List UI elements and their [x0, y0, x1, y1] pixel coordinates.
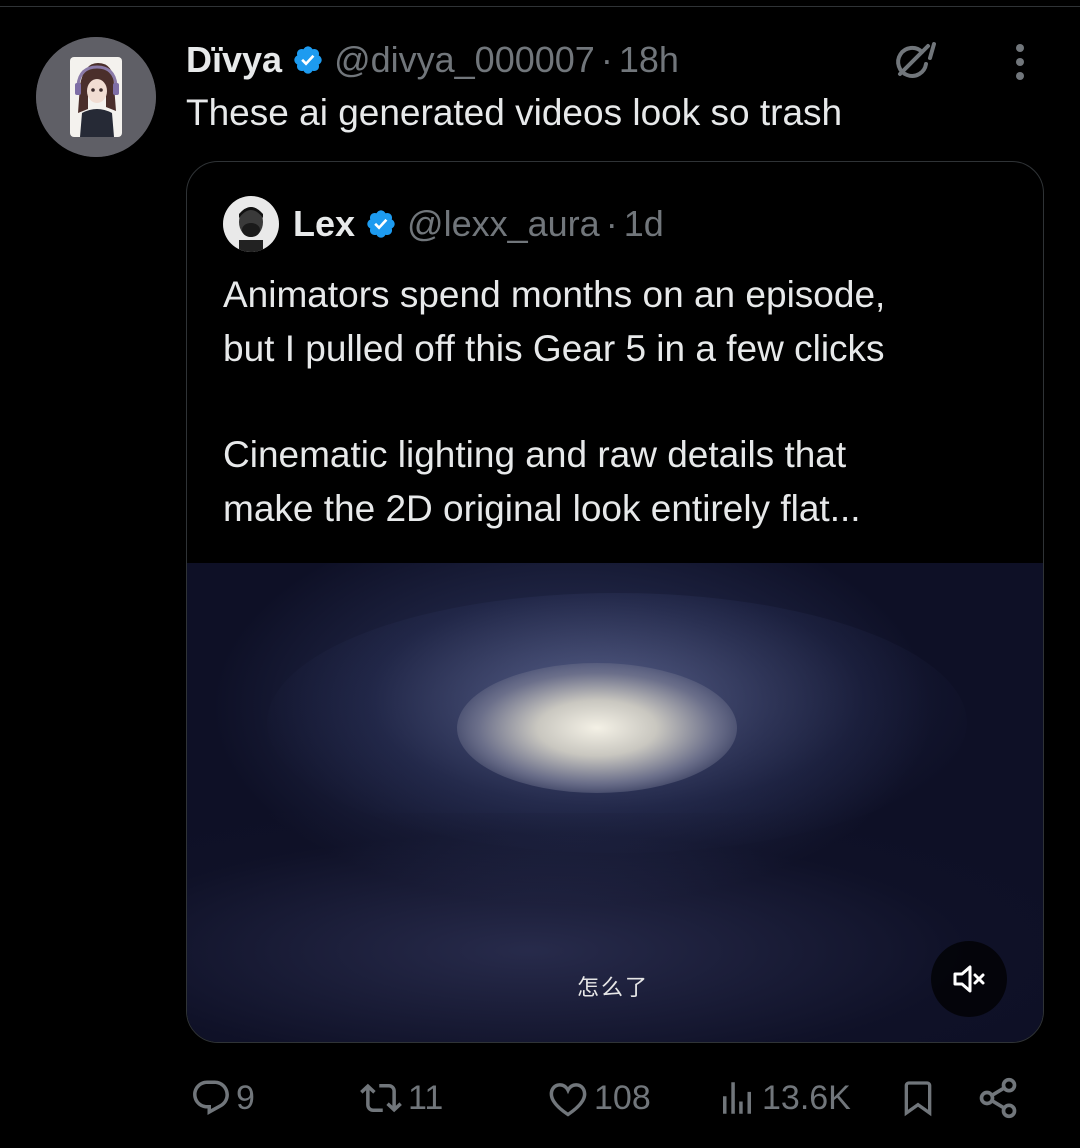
share-button[interactable]	[976, 1072, 1020, 1124]
quoted-tweet[interactable]: Lex @lexx_aura · 1d Animators spend mont…	[186, 161, 1044, 1043]
quoted-author-handle[interactable]: @lexx_aura	[407, 203, 600, 245]
video-subtitle: 怎么了	[577, 976, 650, 1001]
quoted-tweet-paragraph-2: Cinematic lighting and raw details that …	[223, 434, 861, 529]
reply-button[interactable]: 9	[190, 1072, 255, 1124]
views-icon	[723, 1082, 751, 1114]
reply-icon	[193, 1080, 229, 1115]
avatar-photo-icon	[223, 196, 279, 252]
quoted-tweet-header: Lex @lexx_aura · 1d	[223, 192, 664, 256]
top-divider	[0, 6, 1080, 7]
quoted-tweet-paragraph-1: Animators spend months on an episode, bu…	[223, 274, 886, 369]
author-handle[interactable]: @divya_000007	[334, 39, 595, 81]
bookmark-icon	[904, 1081, 932, 1117]
views-count: 13.6K	[762, 1078, 851, 1117]
separator-dot: ·	[605, 203, 618, 244]
share-icon	[979, 1077, 1017, 1119]
mute-icon	[953, 965, 985, 993]
quoted-author-name[interactable]: Lex	[293, 203, 355, 245]
video-player[interactable]: 怎么了	[187, 563, 1043, 1042]
views-button[interactable]: 13.6K	[716, 1072, 851, 1124]
author-avatar[interactable]	[36, 37, 156, 157]
quoted-tweet-time[interactable]: 1d	[624, 203, 664, 245]
grok-icon[interactable]	[890, 36, 940, 86]
bookmark-button[interactable]	[898, 1072, 938, 1124]
like-button[interactable]: 108	[546, 1072, 651, 1124]
like-icon	[549, 1083, 587, 1117]
repost-count: 11	[408, 1078, 444, 1117]
tweet-time[interactable]: 18h	[619, 39, 679, 81]
verified-badge-icon[interactable]	[292, 44, 324, 76]
more-options-icon[interactable]	[1008, 40, 1032, 84]
avatar-illustration-icon	[36, 37, 156, 157]
reply-count: 9	[236, 1078, 255, 1117]
video-light	[457, 663, 737, 793]
verified-badge-icon[interactable]	[365, 208, 397, 240]
repost-button[interactable]: 11	[358, 1072, 443, 1124]
separator-dot: ·	[600, 39, 613, 80]
action-bar: 9 11 108 13.6K	[186, 1072, 1040, 1124]
repost-icon	[360, 1083, 402, 1113]
mute-button[interactable]	[931, 941, 1007, 1017]
author-name[interactable]: Dïvya	[186, 39, 282, 81]
tweet-text: These ai generated videos look so trash	[186, 92, 843, 133]
video-cloud-lower	[187, 813, 1043, 1042]
quoted-author-avatar[interactable]	[223, 196, 279, 252]
like-count: 108	[594, 1078, 651, 1117]
